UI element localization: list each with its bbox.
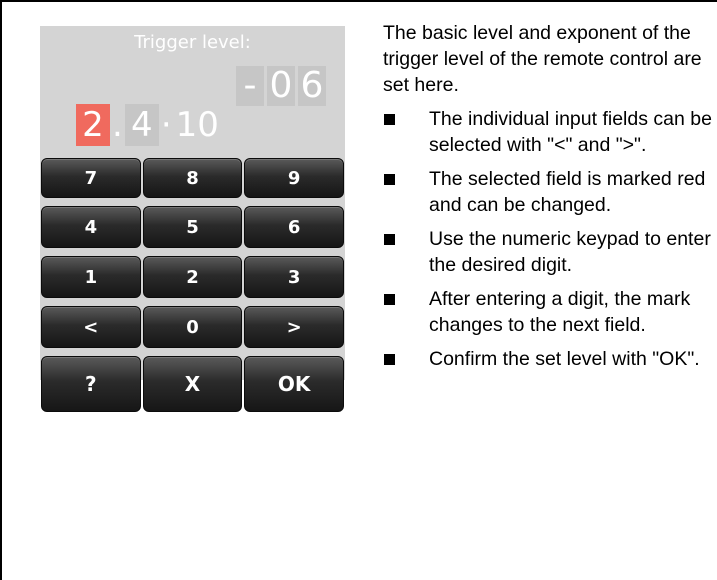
- key-ok[interactable]: OK: [244, 356, 345, 412]
- key-5[interactable]: 5: [142, 206, 243, 248]
- instruction-item: The selected field is marked red and can…: [383, 166, 713, 218]
- exponent-digit-2[interactable]: 6: [298, 66, 326, 106]
- key-9[interactable]: 9: [244, 158, 345, 198]
- description-intro: The basic level and exponent of the trig…: [383, 22, 702, 96]
- instruction-text: Confirm the set level with "OK".: [429, 348, 700, 370]
- key-6[interactable]: 6: [244, 206, 345, 248]
- key-1[interactable]: 1: [41, 256, 141, 298]
- instruction-text: The selected field is marked red and can…: [429, 168, 706, 216]
- key-4[interactable]: 4: [41, 206, 141, 248]
- frame-top-border: [0, 0, 717, 2]
- keypad-row-2: 4 5 6: [40, 206, 345, 248]
- key-previous-field[interactable]: <: [41, 306, 141, 348]
- exponent-sign[interactable]: -: [236, 66, 264, 106]
- square-bullet-icon: [384, 174, 395, 185]
- key-8[interactable]: 8: [142, 158, 243, 198]
- mantissa-field: 2 . 4 · 10: [76, 102, 219, 148]
- frame-left-border: [0, 0, 2, 580]
- square-bullet-icon: [384, 354, 395, 365]
- key-2[interactable]: 2: [142, 256, 243, 298]
- description-column: The basic level and exponent of the trig…: [383, 20, 713, 380]
- exponent-digit-1[interactable]: 0: [267, 66, 295, 106]
- mantissa-digit-1-selected[interactable]: 2: [76, 104, 110, 146]
- keypad-row-5: ? X OK: [40, 356, 345, 412]
- instruction-text: The individual input fields can be selec…: [429, 108, 712, 156]
- square-bullet-icon: [384, 294, 395, 305]
- trigger-level-panel: Trigger level: - 0 6 2 . 4 · 10 7 8 9 4 …: [40, 26, 345, 412]
- instruction-list: The individual input fields can be selec…: [383, 106, 713, 372]
- key-3[interactable]: 3: [244, 256, 345, 298]
- trigger-level-title: Trigger level:: [134, 32, 251, 53]
- key-7[interactable]: 7: [41, 158, 141, 198]
- keypad-row-4: < 0 >: [40, 306, 345, 348]
- instruction-item: Confirm the set level with "OK".: [383, 346, 713, 372]
- exponent-base: 10: [175, 105, 219, 145]
- keypad-row-1: 7 8 9: [40, 158, 345, 198]
- square-bullet-icon: [384, 234, 395, 245]
- instruction-item: Use the numeric keypad to enter the desi…: [383, 226, 713, 278]
- instruction-text: After entering a digit, the mark changes…: [429, 288, 691, 336]
- instruction-item: After entering a digit, the mark changes…: [383, 286, 713, 338]
- keypad-row-3: 1 2 3: [40, 256, 345, 298]
- multiply-dot: ·: [160, 105, 172, 145]
- exponent-field: - 0 6: [236, 66, 327, 106]
- key-0[interactable]: 0: [142, 306, 243, 348]
- decimal-point: .: [112, 105, 123, 145]
- key-cancel[interactable]: X: [142, 356, 243, 412]
- key-next-field[interactable]: >: [244, 306, 345, 348]
- instruction-text: Use the numeric keypad to enter the desi…: [429, 228, 711, 276]
- instruction-item: The individual input fields can be selec…: [383, 106, 713, 158]
- mantissa-digit-2[interactable]: 4: [124, 104, 159, 146]
- key-help[interactable]: ?: [41, 356, 141, 412]
- square-bullet-icon: [384, 114, 395, 125]
